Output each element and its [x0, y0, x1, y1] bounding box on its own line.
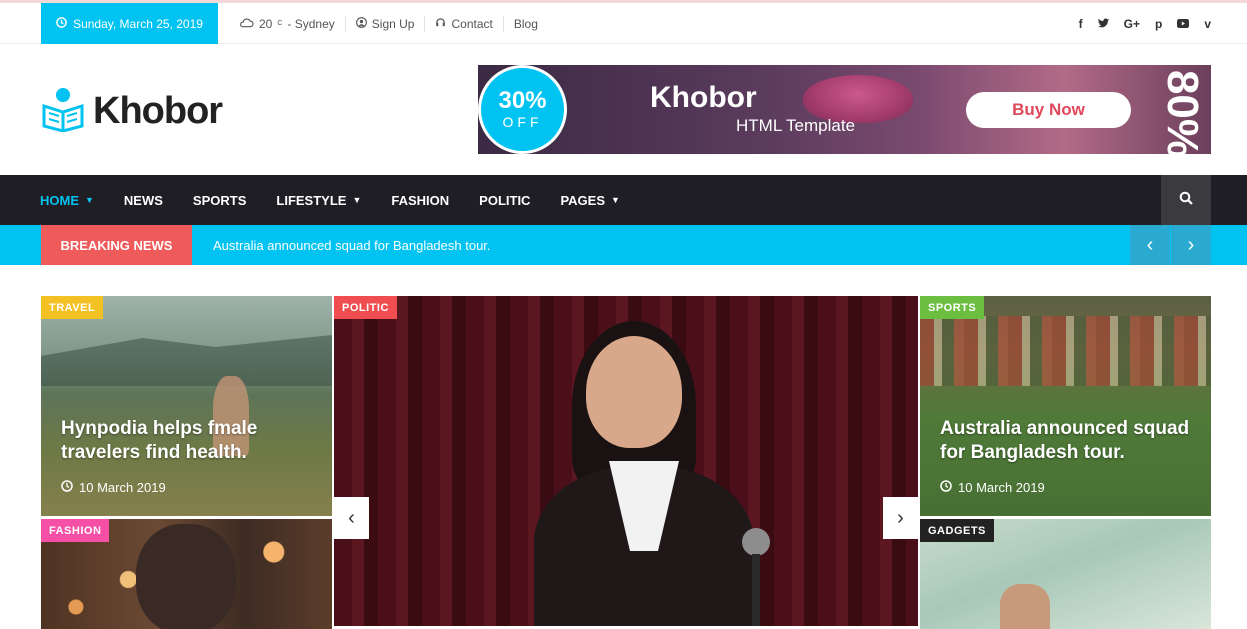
google-plus-icon[interactable]: G+	[1124, 17, 1140, 31]
weather-widget: 20 C - Sydney	[237, 15, 346, 32]
nav-label: FASHION	[391, 192, 450, 208]
chevron-right-icon: ›	[897, 506, 904, 529]
site-logo[interactable]: Khobor	[41, 86, 223, 137]
facebook-icon[interactable]: f	[1079, 17, 1083, 31]
date-box: Sunday, March 25, 2019	[41, 3, 218, 44]
card-title[interactable]: Australia announced squad for Bangladesh…	[940, 417, 1202, 465]
category-tag[interactable]: FASHION	[41, 519, 110, 542]
nav-item-home[interactable]: HOME ▼	[40, 193, 94, 208]
youtube-icon[interactable]	[1177, 17, 1190, 31]
chevron-left-icon: ‹	[348, 506, 355, 529]
discount-badge: 30% OFF	[478, 65, 567, 154]
gadgets-image	[1000, 584, 1050, 629]
signup-link[interactable]: Sign Up	[346, 15, 426, 32]
reader-logo-icon	[41, 86, 87, 137]
banner-subtitle: HTML Template	[736, 116, 856, 135]
logo-text: Khobor	[93, 89, 223, 132]
blog-label: Blog	[513, 16, 538, 31]
nav-label: SPORTS	[192, 192, 247, 208]
featured-card-travel[interactable]: TRAVEL Hynpodia helps fmale travelers fi…	[41, 296, 332, 516]
user-icon	[355, 16, 367, 31]
category-tag[interactable]: SPORTS	[920, 296, 985, 319]
football-players-image	[920, 316, 1211, 386]
category-tag[interactable]: POLITIC	[334, 296, 397, 319]
nav-item-lifestyle[interactable]: LIFESTYLE ▼	[276, 193, 361, 208]
search-icon	[1179, 191, 1193, 210]
blog-link[interactable]: Blog	[504, 16, 548, 32]
ad-banner[interactable]: 30% OFF Khobor HTML Template Buy Now 80%	[478, 65, 1211, 154]
social-links: f G+ p v	[1079, 3, 1211, 44]
clock-icon	[56, 16, 67, 31]
main-nav: HOME ▼ NEWS SPORTS LIFESTYLE ▼ FASHION P…	[0, 175, 1247, 225]
slider-next-button[interactable]: ›	[883, 497, 918, 539]
buy-now-button[interactable]: Buy Now	[966, 92, 1131, 128]
discount-off: OFF	[502, 113, 543, 130]
featured-card-politic[interactable]: POLITIC ‹ ›	[334, 296, 918, 626]
card-title[interactable]: Hynpodia helps fmale travelers find heal…	[61, 417, 311, 465]
card-date: 10 March 2019	[940, 480, 1045, 495]
breaking-news-label: BREAKING NEWS	[41, 225, 192, 265]
nav-item-fashion[interactable]: FASHION	[391, 193, 449, 208]
nav-label: HOME	[40, 192, 79, 208]
breaking-next-button[interactable]: ›	[1171, 225, 1211, 265]
card-date-text: 10 March 2019	[79, 480, 166, 495]
nav-label: PAGES	[560, 192, 606, 208]
clock-icon	[61, 480, 73, 495]
nav-item-politic[interactable]: POLITIC	[479, 193, 530, 208]
discount-percent: 30%	[498, 86, 547, 114]
nav-label: LIFESTYLE	[276, 192, 347, 208]
nav-menu: HOME ▼ NEWS SPORTS LIFESTYLE ▼ FASHION P…	[40, 175, 620, 225]
temperature-unit: C	[277, 20, 283, 27]
nav-label: POLITIC	[479, 192, 531, 208]
banner-title: Khobor	[650, 81, 757, 114]
search-button[interactable]	[1161, 175, 1211, 225]
slider-prev-button[interactable]: ‹	[334, 497, 369, 539]
nav-label: NEWS	[123, 192, 163, 208]
clock-icon	[940, 480, 952, 495]
vimeo-icon[interactable]: v	[1204, 17, 1211, 31]
contact-link[interactable]: Contact	[425, 15, 504, 32]
banner-vertical-text: 80%	[1158, 69, 1208, 154]
nav-item-news[interactable]: NEWS	[124, 193, 163, 208]
top-links: 20 C - Sydney Sign Up Contact Blog	[237, 3, 548, 44]
fashion-image	[136, 524, 236, 629]
banner-vertical-text-box: 80%	[1158, 65, 1211, 154]
card-date: 10 March 2019	[61, 480, 166, 495]
featured-card-sports[interactable]: SPORTS Australia announced squad for Ban…	[920, 296, 1211, 516]
breaking-news-bar: BREAKING NEWS Australia announced squad …	[0, 225, 1247, 265]
microphone-stand	[752, 554, 760, 626]
landscape-image	[41, 335, 332, 386]
speaker-image-face	[586, 336, 682, 448]
featured-card-gadgets[interactable]: GADGETS	[920, 519, 1211, 629]
temperature: 20	[259, 16, 273, 31]
city-name: - Sydney	[287, 16, 335, 31]
card-date-text: 10 March 2019	[958, 480, 1045, 495]
chevron-down-icon: ▼	[85, 195, 94, 205]
breaking-news-text[interactable]: Australia announced squad for Bangladesh…	[213, 225, 491, 265]
chevron-down-icon: ▼	[611, 195, 620, 205]
chevron-down-icon: ▼	[352, 195, 362, 205]
nav-item-sports[interactable]: SPORTS	[193, 193, 246, 208]
microphone-image	[742, 528, 770, 556]
category-tag[interactable]: TRAVEL	[41, 296, 104, 319]
top-bar: Sunday, March 25, 2019 20 C - Sydney Sig…	[0, 3, 1247, 44]
featured-card-fashion[interactable]: FASHION	[41, 519, 332, 629]
breaking-prev-button[interactable]: ‹	[1130, 225, 1170, 265]
chevron-right-icon: ›	[1187, 233, 1195, 256]
contact-label: Contact	[451, 16, 493, 31]
pinterest-icon[interactable]: p	[1155, 17, 1162, 31]
current-date: Sunday, March 25, 2019	[73, 16, 203, 31]
headset-icon	[435, 17, 446, 31]
chevron-left-icon: ‹	[1146, 233, 1154, 256]
signup-label: Sign Up	[371, 16, 415, 31]
cloud-icon	[239, 17, 254, 31]
twitter-icon[interactable]	[1097, 17, 1109, 31]
nav-item-pages[interactable]: PAGES ▼	[560, 193, 619, 208]
category-tag[interactable]: GADGETS	[920, 519, 994, 542]
